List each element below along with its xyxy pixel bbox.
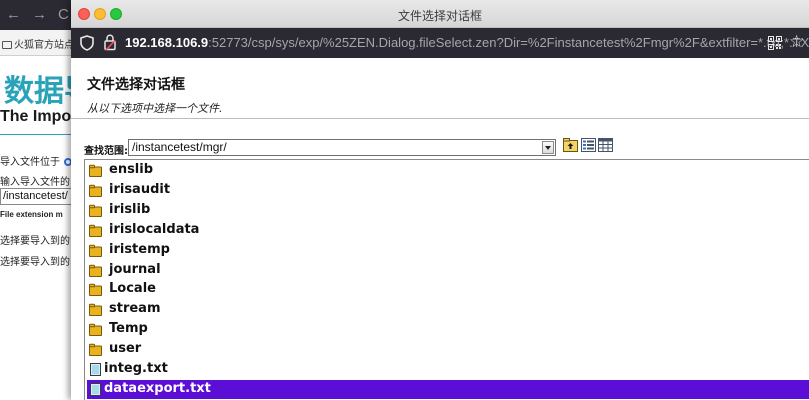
folder-list-item[interactable]: Temp xyxy=(87,320,809,339)
page-subtitle: The Impo xyxy=(0,108,72,125)
text-file-icon xyxy=(90,363,101,376)
folder-list-item[interactable]: irislib xyxy=(87,201,809,220)
import-location-label: 导入文件位于 xyxy=(0,153,72,168)
list-item-name: irislocaldata xyxy=(109,221,200,237)
list-view-icon[interactable] xyxy=(581,138,596,152)
qr-code-icon[interactable] xyxy=(768,36,782,50)
file-list-item[interactable]: dataexport.txt xyxy=(87,379,809,399)
dialog-content: 文件选择对话框 从以下选项中选择一个文件. 查找范围: /instancetes… xyxy=(71,58,809,400)
input-file-label: 输入导入文件的 xyxy=(0,177,70,188)
file-extension-label: File extension m xyxy=(0,210,63,219)
detail-view-icon[interactable] xyxy=(598,138,613,152)
list-item-name: enslib xyxy=(109,162,154,177)
list-item-name: stream xyxy=(109,301,161,317)
file-select-popup-window: 文件选择对话框 192.168.106.9:52773/csp/sys/exp/… xyxy=(71,0,809,400)
bookmark-label: 火狐官方站点 xyxy=(14,40,74,51)
url-path: :52773/csp/sys/exp/%25ZEN.Dialog.fileSel… xyxy=(208,35,809,50)
directory-select[interactable]: /instancetest/mgr/ xyxy=(128,139,556,156)
list-item-name: dataexport.txt xyxy=(104,380,211,396)
list-item-name: irisaudit xyxy=(109,181,171,197)
path-input[interactable]: /instancetest/ xyxy=(0,188,72,205)
folder-list-item[interactable]: irislocaldata xyxy=(87,221,809,240)
bookmark-star-icon[interactable]: ☆ xyxy=(789,32,804,52)
folder-list-item[interactable]: stream xyxy=(87,300,809,319)
text-file-icon xyxy=(90,382,101,396)
list-item-name: integ.txt xyxy=(104,361,168,376)
folder-icon xyxy=(89,323,102,337)
lock-warning-icon[interactable] xyxy=(104,34,116,51)
list-item-name: irislib xyxy=(109,201,151,217)
folder-list-item[interactable]: journal xyxy=(87,261,809,280)
folder-icon xyxy=(89,244,102,257)
folder-list-item[interactable]: irisaudit xyxy=(87,181,809,200)
list-item-name: Locale xyxy=(109,281,156,297)
bookmark-folder-icon xyxy=(2,41,12,49)
chevron-down-icon[interactable] xyxy=(542,141,554,154)
folder-list-item[interactable]: Locale xyxy=(87,280,809,299)
look-in-label: 查找范围: xyxy=(84,146,128,157)
list-item-name: iristemp xyxy=(109,241,170,257)
folder-icon xyxy=(89,284,102,297)
back-arrow-icon[interactable]: ← xyxy=(6,6,21,23)
folder-icon xyxy=(89,264,102,277)
import-location-text: 导入文件位于 xyxy=(0,157,60,168)
file-list-item[interactable]: integ.txt xyxy=(87,360,809,379)
url-bar[interactable]: 192.168.106.9:52773/csp/sys/exp/%25ZEN.D… xyxy=(71,28,809,58)
dialog-separator xyxy=(71,118,809,119)
window-title: 文件选择对话框 xyxy=(397,9,482,23)
window-titlebar: 文件选择对话框 xyxy=(71,0,809,28)
forward-arrow-icon[interactable]: → xyxy=(32,6,47,23)
folder-up-icon[interactable] xyxy=(563,138,578,152)
reload-icon[interactable]: C xyxy=(58,6,69,23)
list-item-name: journal xyxy=(109,261,161,277)
url-text[interactable]: 192.168.106.9:52773/csp/sys/exp/%25ZEN.D… xyxy=(125,35,809,50)
list-item-name: user xyxy=(109,341,142,357)
directory-select-value: /instancetest/mgr/ xyxy=(132,140,227,154)
dialog-title: 文件选择对话框 xyxy=(87,77,185,93)
folder-icon xyxy=(89,303,102,317)
folder-list-item[interactable]: iristemp xyxy=(87,241,809,260)
list-item-name: Temp xyxy=(109,321,148,337)
file-list[interactable]: enslib irisaudit irislib irislocaldata irist… xyxy=(84,159,809,400)
select-import-label-2: 选择要导入到的 xyxy=(0,257,70,268)
folder-icon xyxy=(89,164,102,177)
select-import-label-1: 选择要导入到的 xyxy=(0,236,70,247)
url-host: 192.168.106.9 xyxy=(125,35,209,50)
folder-icon xyxy=(89,224,102,237)
bookmark-item[interactable]: 火狐官方站点 xyxy=(2,36,74,51)
folder-icon xyxy=(89,204,102,217)
title-divider xyxy=(0,134,72,135)
folder-list-item[interactable]: user xyxy=(87,340,809,359)
folder-icon xyxy=(89,343,102,357)
folder-icon xyxy=(89,184,102,197)
dialog-subtitle: 从以下选项中选择一个文件. xyxy=(87,102,223,115)
folder-list-item[interactable]: enslib xyxy=(87,161,809,180)
shield-icon[interactable] xyxy=(80,35,94,51)
